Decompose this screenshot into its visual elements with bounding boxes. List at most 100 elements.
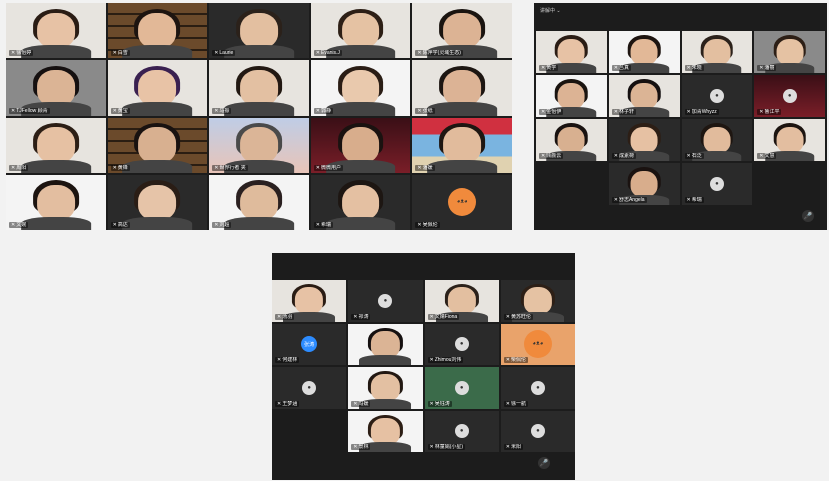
participant-tile[interactable]: ✕顾颜云 [536, 119, 607, 161]
participant-name-label: 郭静 [321, 107, 332, 114]
participant-name-label: 何建林 [282, 357, 298, 363]
participant-tile[interactable]: ◕ᴥ◕ ✕柴佩伦 [500, 323, 575, 365]
participant-tile[interactable]: ✕舒志Angela [608, 163, 680, 205]
participant-video [703, 126, 731, 154]
participant-name: ✕郭静 [313, 107, 334, 114]
participant-video [371, 374, 400, 402]
participant-tile[interactable]: ✕汤羽 [272, 280, 347, 322]
participant-tile[interactable]: ● ✕希瑞 [681, 163, 753, 205]
muted-mic-icon: ✕ [214, 164, 219, 171]
muted-mic-icon: ✕ [613, 153, 618, 159]
microphone-icon[interactable]: 🎤 [802, 210, 814, 222]
participant-video [371, 330, 400, 358]
participant-tile[interactable]: ✕马振 [209, 60, 309, 116]
participant-tile[interactable]: ✕黄宝 [107, 60, 208, 116]
participant-tile[interactable]: ✕微微用户 [310, 117, 411, 173]
participant-tile[interactable]: ● ✕王梦涵 [272, 367, 347, 409]
participant-tile[interactable]: ● ✕鲁江平 [754, 75, 825, 117]
participant-name: ✕白雪 [110, 50, 130, 57]
muted-mic-icon: ✕ [11, 50, 16, 57]
participant-tile[interactable]: ✕Laurie [209, 3, 309, 59]
muted-mic-icon: ✕ [11, 164, 16, 171]
participant-name: ✕文婧Fiona [427, 313, 460, 320]
participant-video [224, 102, 294, 116]
muted-mic-icon: ✕ [759, 109, 764, 115]
muted-mic-icon: ✕ [214, 222, 219, 228]
participant-tile[interactable]: ● ✕徐一航 [500, 367, 575, 409]
participant-name-label: Laurie [219, 50, 234, 57]
participant-tile[interactable]: ● ✕祁涛 [348, 280, 423, 322]
participant-tile[interactable]: ✕周阳 [6, 117, 106, 173]
participant-name-label: 马振 [219, 107, 230, 114]
participant-tile[interactable]: ✕陈萍学(灵域生态) [412, 3, 512, 59]
participant-name: ✕景林 [351, 444, 371, 450]
participant-tile[interactable]: ✕世界行者 夹 [209, 117, 309, 173]
muted-mic-icon: ✕ [214, 50, 219, 57]
muted-mic-icon: ✕ [277, 313, 282, 320]
participant-tile[interactable]: ✕潘媛 [412, 117, 512, 173]
participant-name-label: 王梦涵 [282, 400, 298, 407]
participant-tile[interactable]: ● ✕吴钰涛 [424, 367, 499, 409]
participant-name: ✕鲁江平 [757, 109, 782, 115]
participant-tile[interactable]: ✕黄苏旺伦 [500, 280, 575, 322]
participant-video [122, 102, 193, 116]
microphone-icon[interactable]: 🎤 [538, 457, 550, 469]
participant-name: ✕石泛 [684, 153, 704, 159]
participant-tile[interactable]: ● ✕米阳 [500, 410, 575, 452]
participant-tile[interactable]: ✕林子轩 [608, 75, 680, 117]
avatar: ● [454, 337, 469, 352]
participant-name: ✕冯媛 [351, 400, 371, 407]
participant-tile[interactable]: ✕希瑞 [310, 174, 411, 230]
video-grid: ✕黄学 ✕吕真 ✕朱晓 ✕潘丽 ✕金怡伊 ✕林子轩 ● ✕加青Whyzz ● ✕鲁江平 ✕顾颜云 ✕成… [536, 31, 825, 205]
participant-tile[interactable]: ✕Evanis.J [310, 3, 411, 59]
participant-tile[interactable]: ✕吕真 [608, 31, 680, 73]
participant-tile[interactable]: ✕景林 [348, 410, 423, 452]
participant-tile[interactable]: ✕金怡伊 [536, 75, 607, 117]
participant-tile[interactable]: ✕TJFellow 顾青 [6, 60, 106, 116]
participant-tile[interactable]: ● ✕林童娟(小星) [424, 410, 499, 452]
participant-tile[interactable]: ✕黄学 [536, 31, 607, 73]
participant-video [224, 216, 294, 230]
muted-mic-icon: ✕ [315, 164, 320, 171]
muted-mic-icon: ✕ [686, 197, 691, 203]
participant-tile[interactable]: ✕文婉 [6, 174, 106, 230]
participant-tile[interactable]: ✕朱晓 [681, 31, 753, 73]
muted-mic-icon: ✕ [613, 65, 618, 71]
participant-tile[interactable]: ✕高达 [107, 174, 208, 230]
participant-video [295, 287, 324, 315]
participant-name-label: 林童娟(小星) [434, 444, 464, 450]
participant-video [557, 126, 585, 154]
participant-tile[interactable]: ✕文慧 [754, 119, 825, 161]
participant-tile[interactable]: ✕徐怡婷 [6, 3, 106, 59]
participant-name-label: 冯媛 [358, 400, 369, 407]
participant-tile[interactable] [348, 323, 423, 365]
participant-tile[interactable]: ✕郭静 [310, 60, 411, 116]
participant-video [138, 12, 177, 49]
participant-name-label: 景林 [358, 444, 369, 450]
participant-tile[interactable]: ✕冯媛 [348, 367, 423, 409]
participant-name-label: 潘媛 [422, 164, 433, 171]
participant-tile[interactable]: ✕刘超 [209, 174, 309, 230]
participant-tile[interactable]: ● ✕Zhimou刘伟 [424, 323, 499, 365]
participant-tile[interactable]: ✕白雪 [107, 3, 208, 59]
participant-tile[interactable]: ✕黄锋 [107, 117, 208, 173]
participant-video [371, 417, 400, 445]
muted-mic-icon: ✕ [112, 107, 117, 114]
muted-mic-icon: ✕ [613, 109, 618, 115]
participant-video [122, 159, 193, 173]
participant-name-label: 吕真 [618, 65, 629, 71]
participant-name: ✕Evanis.J [313, 50, 342, 57]
muted-mic-icon: ✕ [277, 400, 282, 407]
participant-tile[interactable]: ✕成素荷 [608, 119, 680, 161]
participant-video [443, 127, 482, 163]
participant-name: ✕吕真 [611, 65, 631, 71]
participant-tile[interactable]: ✕文婧Fiona [424, 280, 499, 322]
participant-tile[interactable]: 张涛 ✕何建林 [272, 323, 347, 365]
participant-tile[interactable]: ◕ᴥ◕ ✕吴佩伦 [412, 174, 512, 230]
participant-tile[interactable]: ✕潘丽 [754, 31, 825, 73]
participant-tile[interactable]: ✕张纸 [412, 60, 512, 116]
participant-tile[interactable]: ● ✕加青Whyzz [681, 75, 753, 117]
speaker-view-toggle[interactable]: 讲解中 ⌄ [540, 7, 561, 14]
avatar: ● [782, 89, 797, 103]
participant-tile[interactable]: ✕石泛 [681, 119, 753, 161]
